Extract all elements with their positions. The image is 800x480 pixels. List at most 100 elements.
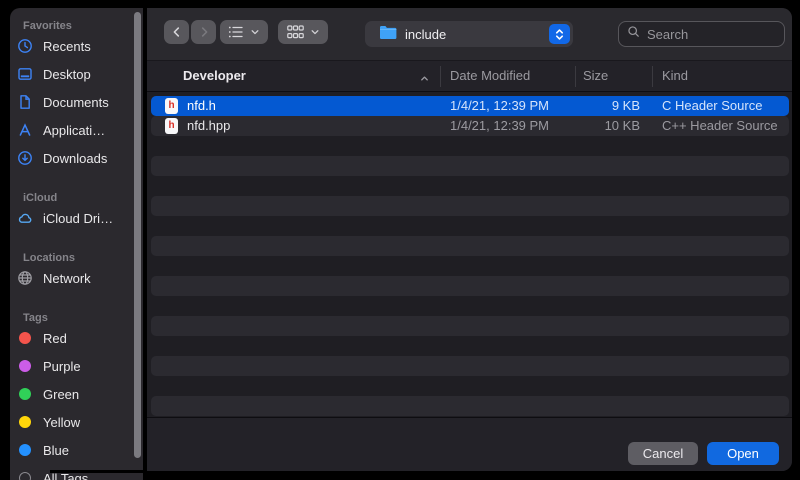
sidebar-item-documents[interactable]: Documents [10,88,134,116]
list-view-icon [228,25,244,39]
chevron-right-icon [197,25,211,39]
sidebar-item-label: iCloud Dri… [43,211,113,226]
c-header-file-icon: h [165,98,178,114]
sidebar-section-tags: Tags [10,306,134,324]
file-name: nfd.hpp [187,116,230,136]
sidebar-section-favorites: Favorites [10,14,134,32]
sidebar-item-label: Purple [43,359,81,374]
file-row-nfd-h[interactable]: h nfd.h 1/4/21, 12:39 PM 9 KB C Header S… [151,96,789,116]
sidebar-item-label: Network [43,271,91,286]
popup-stepper-icon [549,24,570,44]
column-header-name[interactable]: Developer [183,61,246,91]
file-row-nfd-hpp[interactable]: h nfd.hpp 1/4/21, 12:39 PM 10 KB C++ Hea… [151,116,789,136]
sidebar-list: Favorites Recents Desktop Documents [10,8,134,480]
file-size: 10 KB [540,116,640,136]
globe-icon [15,269,35,287]
window-bottom-edge [50,470,143,473]
cancel-button[interactable]: Cancel [628,442,698,465]
column-divider [440,66,441,87]
purple-tag-dot-icon [15,357,35,375]
sidebar-item-tag-blue[interactable]: Blue [10,436,134,464]
sidebar-item-downloads[interactable]: Downloads [10,144,134,172]
file-kind: C Header Source [662,96,762,116]
column-divider [652,66,653,87]
sidebar-section-icloud: iCloud [10,186,134,204]
file-date-modified: 1/4/21, 12:39 PM [450,116,549,136]
yellow-tag-dot-icon [15,413,35,431]
sidebar-item-label: Red [43,331,67,346]
empty-row-stripe [151,156,789,176]
sidebar-item-label: Desktop [43,67,91,82]
sidebar-item-desktop[interactable]: Desktop [10,60,134,88]
sidebar: Favorites Recents Desktop Documents [10,8,143,480]
sidebar-item-tag-red[interactable]: Red [10,324,134,352]
open-button[interactable]: Open [707,442,779,465]
list-view-dropdown[interactable] [220,20,268,44]
sidebar-item-label: Documents [43,95,109,110]
column-divider [575,66,576,87]
sidebar-item-label: Green [43,387,79,402]
sidebar-item-network[interactable]: Network [10,264,134,292]
sidebar-item-label: Recents [43,39,91,54]
search-icon [627,25,640,43]
document-icon [15,93,35,111]
column-header-kind[interactable]: Kind [662,61,688,91]
applications-icon [15,121,35,139]
sort-ascending-icon [419,71,430,89]
empty-row-stripe [151,276,789,296]
file-name: nfd.h [187,96,216,116]
search-field[interactable] [618,21,785,47]
empty-row-stripe [151,356,789,376]
sidebar-item-tag-green[interactable]: Green [10,380,134,408]
clock-icon [15,37,35,55]
empty-row [151,256,789,276]
desktop-icon [15,65,35,83]
current-folder-dropdown[interactable]: include [365,21,573,47]
empty-row [151,376,789,396]
blue-tag-dot-icon [15,441,35,459]
file-list: h nfd.h 1/4/21, 12:39 PM 9 KB C Header S… [147,92,792,417]
current-folder-name: include [405,27,446,42]
folder-icon [379,25,397,44]
empty-row-stripe [151,196,789,216]
empty-row [151,176,789,196]
sidebar-item-tag-yellow[interactable]: Yellow [10,408,134,436]
column-header-date-modified[interactable]: Date Modified [450,61,530,91]
back-button[interactable] [164,20,189,44]
chevron-down-icon [310,27,320,37]
downloads-icon [15,149,35,167]
red-tag-dot-icon [15,329,35,347]
file-date-modified: 1/4/21, 12:39 PM [450,96,549,116]
grid-view-icon [287,25,304,39]
chevron-down-icon [250,27,260,37]
forward-button[interactable] [191,20,216,44]
file-browser-pane: include Developer Date Modified Size [147,8,792,471]
search-input[interactable] [645,26,776,43]
green-tag-dot-icon [15,385,35,403]
sidebar-item-label: Blue [43,443,69,458]
sidebar-item-label: Applicati… [43,123,105,138]
column-header-size[interactable]: Size [583,61,608,91]
empty-row-stripe [151,236,789,256]
sidebar-scrollbar[interactable] [134,12,141,458]
toolbar: include [147,8,792,60]
icon-view-dropdown[interactable] [278,20,328,44]
sidebar-item-recents[interactable]: Recents [10,32,134,60]
empty-row [151,296,789,316]
sidebar-item-tag-purple[interactable]: Purple [10,352,134,380]
empty-row-stripe [151,396,789,416]
chevron-left-icon [170,25,184,39]
sidebar-item-label: Yellow [43,415,80,430]
empty-row-stripe [151,316,789,336]
dialog-footer: Cancel Open [147,418,792,471]
cloud-icon [15,209,35,227]
all-tags-circle-icon [15,469,35,480]
empty-row [151,216,789,236]
file-kind: C++ Header Source [662,116,778,136]
empty-row [151,136,789,156]
cpp-header-file-icon: h [165,118,178,134]
sidebar-item-label: Downloads [43,151,107,166]
sidebar-section-locations: Locations [10,246,134,264]
sidebar-item-icloud-drive[interactable]: iCloud Dri… [10,204,134,232]
sidebar-item-applications[interactable]: Applicati… [10,116,134,144]
